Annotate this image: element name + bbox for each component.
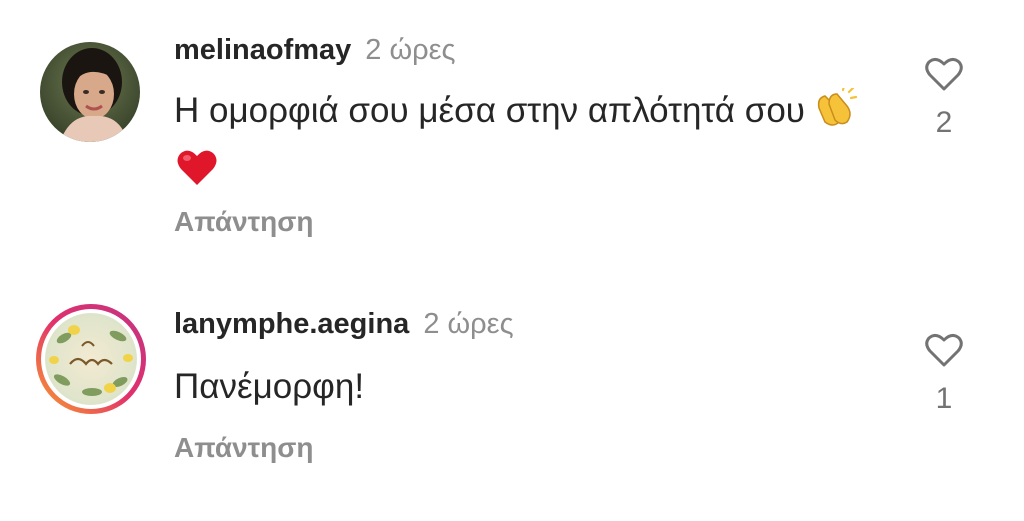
like-button[interactable]: 1 [918, 332, 970, 416]
reply-button[interactable]: Απάντηση [174, 432, 314, 464]
red-heart-icon [176, 147, 218, 202]
comment-text-block: Η ομορφιά σου μέσα στην απλότητά σου [174, 84, 874, 202]
comment-time: 2 ώρες [365, 34, 456, 66]
like-count: 1 [935, 382, 953, 415]
comment-item: melinaofmay 2 ώρες Η ομορφιά σου μέσα στη… [0, 0, 1024, 260]
comment-text-block: Πανέμορφη! [174, 360, 874, 413]
comment-username-row: melinaofmay 2 ώρες [174, 34, 456, 67]
username-link[interactable]: melinaofmay [174, 34, 351, 66]
avatar[interactable] [34, 302, 148, 416]
like-button[interactable]: 2 [918, 56, 970, 140]
heart-outline-icon [925, 57, 963, 91]
avatar[interactable] [40, 42, 140, 142]
clapping-hands-icon [813, 84, 858, 143]
like-count: 2 [935, 106, 953, 139]
comment-text: Πανέμορφη! [174, 367, 365, 406]
comment-item: lanymphe.aegina 2 ώρες Πανέμορφη! Απάντησ… [0, 260, 1024, 521]
username-link[interactable]: lanymphe.aegina [174, 308, 409, 340]
heart-outline-icon [925, 333, 963, 367]
comment-text: Η ομορφιά σου μέσα στην απλότητά σου [174, 91, 805, 130]
reply-button[interactable]: Απάντηση [174, 206, 314, 238]
comment-username-row: lanymphe.aegina 2 ώρες [174, 308, 514, 341]
comment-time: 2 ώρες [423, 308, 514, 340]
